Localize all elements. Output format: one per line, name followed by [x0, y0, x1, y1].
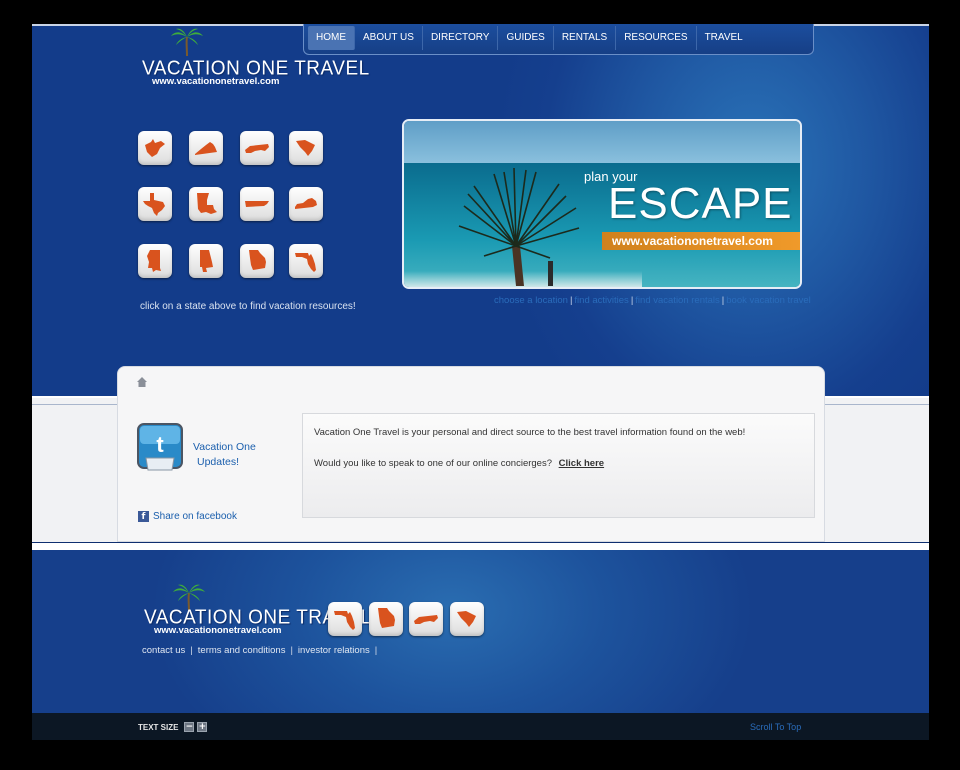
facebook-label: Share on facebook	[153, 511, 237, 522]
concierge-text: Would you like to speak to one of our on…	[314, 458, 604, 469]
banner-url: www.vacationonetravel.com	[602, 232, 800, 250]
text-size-label: TEXT SIZE	[138, 722, 179, 732]
home-icon[interactable]	[136, 376, 148, 388]
browser-viewport: VACATION ONE TRAVEL www.vacationonetrave…	[0, 0, 960, 770]
link-find-activities[interactable]: find activities	[574, 295, 628, 306]
text-size-decrease-button[interactable]: −	[184, 722, 195, 732]
link-book-travel[interactable]: book vacation travel	[726, 295, 811, 306]
concierge-link[interactable]: Click here	[559, 458, 604, 469]
intro-text: Vacation One Travel is your personal and…	[314, 427, 746, 438]
twitter-line1: Vacation One	[193, 441, 256, 453]
state-button-florida[interactable]	[289, 244, 323, 278]
twitter-line2: Updates!	[197, 456, 240, 468]
nav-home[interactable]: HOME	[308, 26, 355, 50]
south-carolina-icon	[457, 611, 476, 627]
footer-state-button-north-carolina[interactable]	[409, 602, 443, 636]
virginia-icon	[195, 142, 217, 155]
text-size-control: TEXT SIZE − +	[138, 722, 208, 732]
site-url: www.vacationonetravel.com	[152, 76, 280, 87]
state-button-north-carolina[interactable]	[240, 131, 274, 165]
footer-state-button-georgia[interactable]	[369, 602, 403, 636]
footer-state-button-florida[interactable]	[328, 602, 362, 636]
nav-rentals[interactable]: RENTALS	[554, 26, 617, 50]
message-box: Vacation One Travel is your personal and…	[302, 413, 815, 518]
footer-divider	[32, 542, 929, 550]
nav-resources[interactable]: RESOURCES	[616, 26, 697, 50]
north-carolina-icon	[414, 615, 438, 624]
main-nav: HOME ABOUT US DIRECTORY GUIDES RENTALS R…	[303, 24, 814, 55]
state-button-virginia[interactable]	[189, 131, 223, 165]
georgia-icon	[249, 250, 266, 270]
page: VACATION ONE TRAVEL www.vacationonetrave…	[32, 24, 929, 740]
louisiana-icon	[197, 193, 217, 214]
twitter-updates[interactable]: Vacation One Updates!	[193, 440, 256, 470]
footer-link-contact[interactable]: contact us	[142, 645, 185, 656]
link-separator: |	[290, 645, 293, 656]
alabama-icon	[200, 250, 213, 272]
state-button-kentucky[interactable]	[289, 187, 323, 221]
state-button-texas[interactable]	[138, 187, 172, 221]
tennessee-icon	[245, 201, 269, 207]
footer-link-investor[interactable]: investor relations	[298, 645, 370, 656]
georgia-icon	[378, 608, 395, 628]
link-separator: |	[190, 645, 193, 656]
footer-site-url: www.vacationonetravel.com	[154, 625, 282, 636]
florida-icon	[295, 253, 316, 272]
south-carolina-icon	[296, 140, 315, 156]
banner-links: choose a location | find activities | find v…	[494, 295, 811, 306]
state-button-georgia[interactable]	[240, 244, 274, 278]
svg-text:t: t	[156, 432, 164, 457]
link-find-rentals[interactable]: find vacation rentals	[635, 295, 720, 306]
west-virginia-icon	[145, 139, 165, 157]
scroll-to-top-link[interactable]: Scroll To Top	[750, 722, 801, 732]
mississippi-icon	[147, 250, 161, 272]
nav-travel[interactable]: TRAVEL	[697, 26, 751, 50]
nav-about-us[interactable]: ABOUT US	[355, 26, 423, 50]
state-button-tennessee[interactable]	[240, 187, 274, 221]
north-carolina-icon	[245, 144, 269, 153]
palm-tree-image	[458, 167, 580, 286]
state-button-west-virginia[interactable]	[138, 131, 172, 165]
share-facebook-link[interactable]: f Share on facebook	[138, 511, 237, 522]
text-size-increase-button[interactable]: +	[197, 722, 208, 732]
site-logo[interactable]: VACATION ONE TRAVEL www.vacationonetrave…	[142, 28, 369, 87]
kentucky-icon	[295, 198, 317, 209]
state-button-louisiana[interactable]	[189, 187, 223, 221]
texas-icon	[143, 193, 165, 216]
state-button-alabama[interactable]	[189, 244, 223, 278]
twitter-icon[interactable]: t	[136, 422, 184, 472]
link-separator: |	[374, 645, 378, 656]
concierge-question: Would you like to speak to one of our on…	[314, 458, 553, 469]
state-hint-text: click on a state above to find vacation …	[140, 301, 356, 312]
florida-icon	[334, 611, 355, 630]
footer-links: contact us | terms and conditions | investor…	[142, 645, 382, 656]
footer-logo[interactable]: VACATION ONE TRAVEL www.vacationonetrave…	[144, 584, 371, 636]
footer-state-button-south-carolina[interactable]	[450, 602, 484, 636]
escape-banner[interactable]: plan your ESCAPE www.vacationonetravel.c…	[402, 119, 802, 289]
state-button-mississippi[interactable]	[138, 244, 172, 278]
link-choose-location[interactable]: choose a location	[494, 295, 568, 306]
footer-link-terms[interactable]: terms and conditions	[198, 645, 286, 656]
nav-directory[interactable]: DIRECTORY	[423, 26, 499, 50]
state-button-south-carolina[interactable]	[289, 131, 323, 165]
facebook-icon: f	[138, 511, 149, 522]
banner-sky	[404, 121, 800, 163]
nav-guides[interactable]: GUIDES	[498, 26, 554, 50]
banner-headline: ESCAPE	[608, 179, 793, 228]
